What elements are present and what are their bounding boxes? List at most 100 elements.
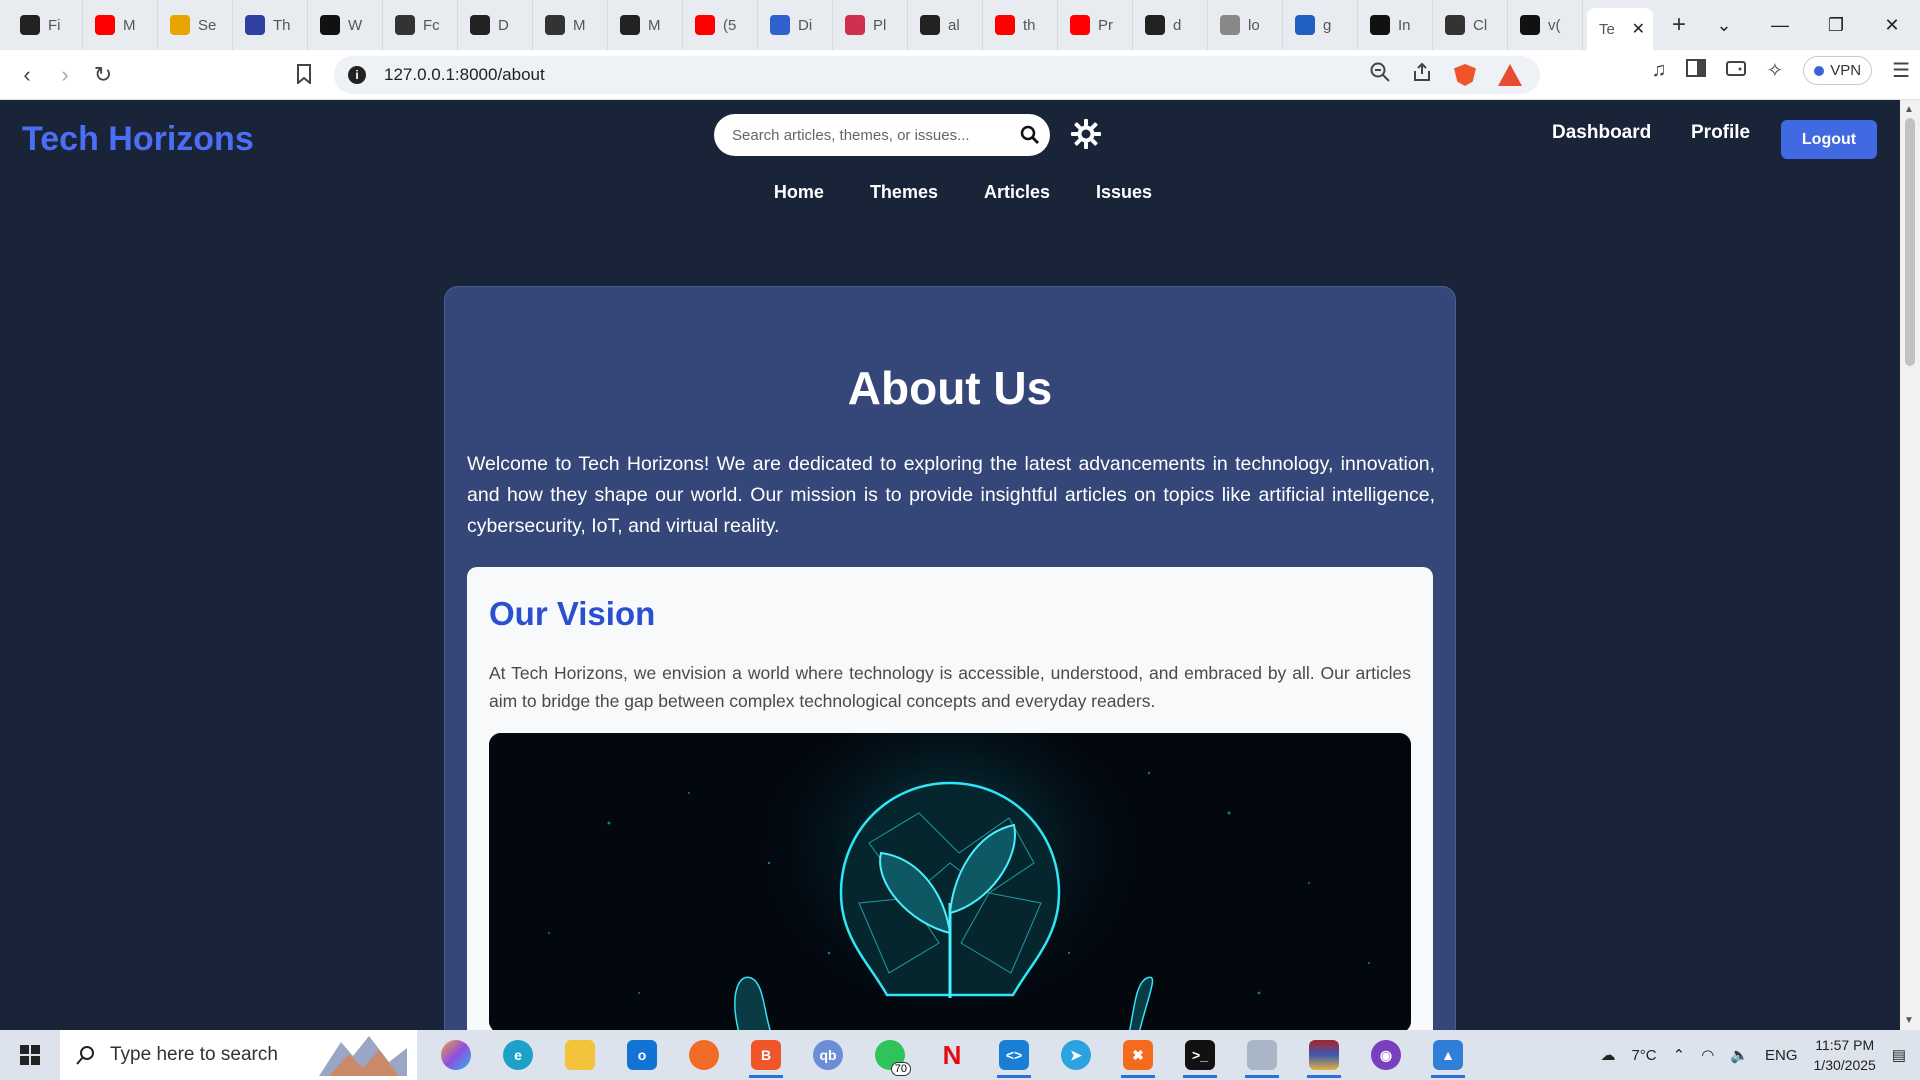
tab-17[interactable]: g <box>1283 0 1358 50</box>
browser-toolbar: ♫ ✧ VPN ☰ <box>1651 56 1910 85</box>
tab-4[interactable]: W <box>308 0 383 50</box>
vision-text: At Tech Horizons, we envision a world wh… <box>489 663 1411 711</box>
tab-search-icon[interactable]: ⌄ <box>1696 15 1752 36</box>
tab-label: Se <box>198 16 217 34</box>
share-icon[interactable] <box>1412 62 1432 88</box>
photos-icon[interactable] <box>1231 1030 1293 1080</box>
bookmark-icon[interactable] <box>296 64 312 90</box>
qbittorrent-icon[interactable]: qb <box>797 1030 859 1080</box>
site-logo[interactable]: Tech Horizons <box>22 120 254 159</box>
openai-icon <box>395 15 415 35</box>
tab-14[interactable]: Pr <box>1058 0 1133 50</box>
url-text[interactable]: 127.0.0.1:8000/about <box>384 65 545 85</box>
media-icon[interactable]: ♫ <box>1651 59 1666 82</box>
taskbar-search-icon <box>76 1046 94 1065</box>
file-explorer-icon[interactable] <box>549 1030 611 1080</box>
notifications-icon[interactable]: ▤ <box>1892 1046 1906 1064</box>
tab-label: al <box>948 16 960 34</box>
taskbar-search-text: Type here to search <box>110 1044 278 1065</box>
tab-15[interactable]: d <box>1133 0 1208 50</box>
brave-rewards-icon[interactable]: 1 <box>1498 64 1522 86</box>
clock[interactable]: 11:57 PM 1/30/2025 <box>1814 1035 1876 1075</box>
nav-themes[interactable]: Themes <box>870 182 938 203</box>
sidebar-icon[interactable] <box>1686 58 1707 83</box>
logout-button[interactable]: Logout <box>1781 120 1877 159</box>
language-indicator[interactable]: ENG <box>1765 1047 1798 1064</box>
profile-link[interactable]: Profile <box>1691 122 1750 144</box>
theme-toggle-icon[interactable] <box>1070 118 1102 150</box>
network-icon[interactable]: ◠ <box>1701 1046 1714 1064</box>
wallet-icon[interactable] <box>1726 59 1747 83</box>
zoom-icon[interactable] <box>1370 62 1390 88</box>
nav-issues[interactable]: Issues <box>1096 182 1152 203</box>
forward-icon[interactable]: › <box>46 62 84 88</box>
tab-6[interactable]: D <box>458 0 533 50</box>
tab-7[interactable]: M <box>533 0 608 50</box>
omnibox[interactable]: i 127.0.0.1:8000/about 1 <box>334 56 1540 94</box>
firefox-icon[interactable] <box>673 1030 735 1080</box>
profile-icon <box>545 15 565 35</box>
tab-19[interactable]: Cl <box>1433 0 1508 50</box>
tab-12[interactable]: al <box>908 0 983 50</box>
vscode-icon[interactable]: <> <box>983 1030 1045 1080</box>
github-desktop-icon[interactable]: ◉ <box>1355 1030 1417 1080</box>
brave-taskbar-icon[interactable]: B <box>735 1030 797 1080</box>
netflix-icon[interactable]: N <box>921 1030 983 1080</box>
tab-8[interactable]: M <box>608 0 683 50</box>
tab-label: g <box>1323 16 1332 34</box>
main-nav: Home Themes Articles Issues <box>0 182 1900 203</box>
weather-icon[interactable]: ☁ <box>1600 1046 1615 1064</box>
vpn-button[interactable]: VPN <box>1803 56 1873 85</box>
xampp-icon[interactable]: ✖ <box>1107 1030 1169 1080</box>
search-icon[interactable] <box>1020 125 1040 145</box>
tab-18[interactable]: In <box>1358 0 1433 50</box>
tab-3[interactable]: Th <box>233 0 308 50</box>
tab-1[interactable]: M <box>83 0 158 50</box>
power-icon <box>245 15 265 35</box>
whatsapp-icon[interactable]: 70 <box>859 1030 921 1080</box>
new-tab-button[interactable]: + <box>1659 11 1699 39</box>
tab-20[interactable]: v( <box>1508 0 1583 50</box>
edge-icon[interactable]: e <box>487 1030 549 1080</box>
reload-icon[interactable]: ↻ <box>84 62 122 88</box>
terminal-icon[interactable]: >_ <box>1169 1030 1231 1080</box>
page-scrollbar[interactable]: ▲ ▼ <box>1900 100 1920 1030</box>
scrollbar-thumb[interactable] <box>1905 118 1915 366</box>
github-icon <box>620 15 640 35</box>
tab-11[interactable]: Pl <box>833 0 908 50</box>
weather-temp[interactable]: 7°C <box>1631 1047 1656 1064</box>
nav-home[interactable]: Home <box>774 182 824 203</box>
close-window-button[interactable]: ✕ <box>1864 15 1920 36</box>
tab-active[interactable]: Te ✕ <box>1587 8 1653 50</box>
tab-2[interactable]: Se <box>158 0 233 50</box>
winrar-icon[interactable] <box>1293 1030 1355 1080</box>
menu-icon[interactable]: ☰ <box>1892 58 1910 83</box>
restore-button[interactable]: ❐ <box>1808 15 1864 36</box>
outlook-icon[interactable]: o <box>611 1030 673 1080</box>
close-tab-icon[interactable]: ✕ <box>1632 19 1645 39</box>
github-icon <box>470 15 490 35</box>
tab-5[interactable]: Fc <box>383 0 458 50</box>
tray-overflow-icon[interactable]: ⌃ <box>1673 1046 1686 1064</box>
volume-icon[interactable]: 🔈 <box>1730 1046 1749 1064</box>
leo-ai-icon[interactable]: ✧ <box>1766 58 1783 83</box>
copilot-icon[interactable] <box>425 1030 487 1080</box>
tab-16[interactable]: lo <box>1208 0 1283 50</box>
tab-0[interactable]: Fi <box>8 0 83 50</box>
brave-shields-icon[interactable] <box>1454 64 1476 86</box>
search-input[interactable]: Search articles, themes, or issues... <box>714 114 1050 156</box>
scroll-up-icon[interactable]: ▲ <box>1904 104 1914 115</box>
dashboard-link[interactable]: Dashboard <box>1552 122 1651 144</box>
minimize-button[interactable]: — <box>1752 15 1808 36</box>
tab-10[interactable]: Di <box>758 0 833 50</box>
scroll-down-icon[interactable]: ▼ <box>1904 1015 1914 1026</box>
back-icon[interactable]: ‹ <box>8 62 46 88</box>
image-viewer-icon[interactable]: ▲ <box>1417 1030 1479 1080</box>
start-button[interactable] <box>0 1030 60 1080</box>
tab-13[interactable]: th <box>983 0 1058 50</box>
site-info-icon[interactable]: i <box>348 66 366 84</box>
tab-9[interactable]: (5 <box>683 0 758 50</box>
nav-articles[interactable]: Articles <box>984 182 1050 203</box>
taskbar-search[interactable]: Type here to search <box>60 1030 417 1080</box>
telegram-icon[interactable]: ➤ <box>1045 1030 1107 1080</box>
